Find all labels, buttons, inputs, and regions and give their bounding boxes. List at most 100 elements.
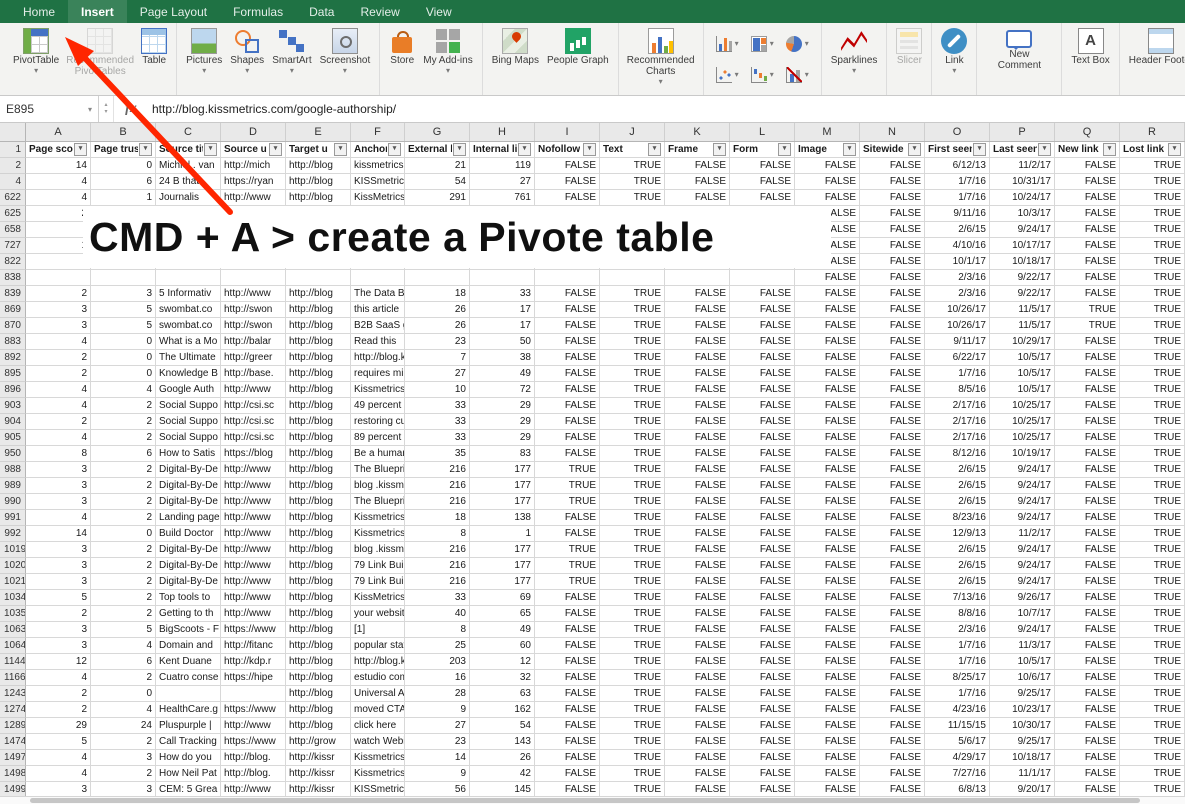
cell[interactable]: FALSE	[860, 174, 925, 190]
cell[interactable]: 8/8/16	[925, 606, 990, 622]
cell[interactable]: FALSE	[730, 654, 795, 670]
cell[interactable]: FALSE	[665, 382, 730, 398]
header-cell[interactable]: Internal li▾	[470, 142, 535, 158]
cell[interactable]: 216	[405, 462, 470, 478]
cell[interactable]: FALSE	[730, 606, 795, 622]
cell[interactable]: 54	[470, 718, 535, 734]
cell[interactable]: FALSE	[535, 302, 600, 318]
cell[interactable]: TRUE	[600, 750, 665, 766]
cell[interactable]: FALSE	[795, 654, 860, 670]
cell[interactable]: 29	[470, 430, 535, 446]
cell[interactable]: http://blog	[286, 686, 351, 702]
cell[interactable]: 9/24/17	[990, 542, 1055, 558]
cell[interactable]: FALSE	[1055, 270, 1120, 286]
cell[interactable]: http://www	[221, 190, 286, 206]
cell[interactable]: https://www	[221, 622, 286, 638]
cell[interactable]: 26	[405, 302, 470, 318]
row-number[interactable]: 1289	[0, 718, 26, 734]
cell[interactable]: 10/31/17	[990, 174, 1055, 190]
cell[interactable]: http://www	[221, 526, 286, 542]
cell[interactable]	[405, 270, 470, 286]
cell[interactable]: FALSE	[860, 462, 925, 478]
cell[interactable]: http://blog	[286, 430, 351, 446]
cell[interactable]: FALSE	[795, 606, 860, 622]
filter-dropdown-icon[interactable]: ▾	[139, 143, 152, 156]
cell[interactable]: FALSE	[795, 430, 860, 446]
cell[interactable]: Be a human,	[351, 446, 405, 462]
cell[interactable]: 2	[91, 430, 156, 446]
cell[interactable]: FALSE	[730, 190, 795, 206]
cell[interactable]: FALSE	[1055, 238, 1120, 254]
row-number[interactable]: 1063	[0, 622, 26, 638]
cell[interactable]: TRUE	[535, 542, 600, 558]
cell[interactable]: FALSE	[665, 638, 730, 654]
cell[interactable]: Getting to th	[156, 606, 221, 622]
cell[interactable]	[221, 270, 286, 286]
cell[interactable]: http://blog	[286, 590, 351, 606]
cell[interactable]: FALSE	[730, 350, 795, 366]
cell[interactable]: 177	[470, 574, 535, 590]
cell[interactable]: 10/1/17	[925, 254, 990, 270]
cell[interactable]: FALSE	[535, 366, 600, 382]
cell[interactable]: TRUE	[600, 318, 665, 334]
cell[interactable]: FALSE	[730, 766, 795, 782]
cell[interactable]: 3	[26, 462, 91, 478]
cell[interactable]: FALSE	[730, 622, 795, 638]
cell[interactable]: 1	[470, 526, 535, 542]
cell[interactable]: TRUE	[1120, 302, 1185, 318]
cell[interactable]: 10/7/17	[990, 606, 1055, 622]
cell[interactable]: 3	[26, 622, 91, 638]
cell[interactable]: 33	[405, 398, 470, 414]
cell[interactable]: FALSE	[535, 350, 600, 366]
cell[interactable]: http://blog.	[221, 750, 286, 766]
cell[interactable]: 10/26/17	[925, 302, 990, 318]
cell[interactable]: FALSE	[860, 158, 925, 174]
cell[interactable]: FALSE	[665, 494, 730, 510]
cell[interactable]: FALSE	[860, 270, 925, 286]
cell[interactable]: FALSE	[535, 734, 600, 750]
header-cell[interactable]: Source tit▾	[156, 142, 221, 158]
cell[interactable]: FALSE	[860, 750, 925, 766]
cell[interactable]: TRUE	[1120, 430, 1185, 446]
namebox-caret-icon[interactable]: ▾	[88, 105, 92, 114]
cell[interactable]: TRUE	[1120, 254, 1185, 270]
cell[interactable]: 29	[470, 414, 535, 430]
cell[interactable]: FALSE	[730, 366, 795, 382]
cell[interactable]: 9/11/16	[925, 206, 990, 222]
cell[interactable]: 177	[470, 558, 535, 574]
cell[interactable]: FALSE	[860, 366, 925, 382]
cell[interactable]: Top tools to	[156, 590, 221, 606]
tab-home[interactable]: Home	[10, 0, 68, 23]
cell[interactable]: 2/6/15	[925, 542, 990, 558]
cell[interactable]: http://blog	[286, 286, 351, 302]
cell[interactable]: TRUE	[600, 478, 665, 494]
row-number[interactable]: 1144	[0, 654, 26, 670]
cell[interactable]: FALSE	[535, 702, 600, 718]
row-number[interactable]: 896	[0, 382, 26, 398]
cell[interactable]: 3	[26, 302, 91, 318]
cell[interactable]: Kissmetrics.c	[351, 750, 405, 766]
cell[interactable]: 2/17/16	[925, 414, 990, 430]
cell[interactable]: FALSE	[795, 766, 860, 782]
cell[interactable]: 4	[26, 382, 91, 398]
cell[interactable]: 9/11/17	[925, 334, 990, 350]
cell[interactable]: 1	[91, 190, 156, 206]
cell[interactable]: 65	[470, 606, 535, 622]
tab-view[interactable]: View	[413, 0, 465, 23]
row-number[interactable]: 1	[0, 142, 26, 158]
cell[interactable]: FALSE	[665, 622, 730, 638]
cell[interactable]: 4	[26, 334, 91, 350]
cell[interactable]: 2	[91, 494, 156, 510]
cell[interactable]: How Neil Pat	[156, 766, 221, 782]
cell[interactable]: http://www	[221, 558, 286, 574]
cell[interactable]: FALSE	[730, 414, 795, 430]
header-cell[interactable]: Page trus▾	[91, 142, 156, 158]
my-add-ins-button[interactable]: My Add-ins▾	[421, 27, 474, 76]
cell[interactable]: B2B SaaS gro	[351, 318, 405, 334]
filter-dropdown-icon[interactable]: ▾	[1103, 143, 1116, 156]
cell[interactable]: http://www	[221, 718, 286, 734]
cell[interactable]: FALSE	[860, 430, 925, 446]
cell[interactable]: 33	[405, 430, 470, 446]
cell[interactable]: 10/19/17	[990, 446, 1055, 462]
cell[interactable]: TRUE	[1120, 414, 1185, 430]
